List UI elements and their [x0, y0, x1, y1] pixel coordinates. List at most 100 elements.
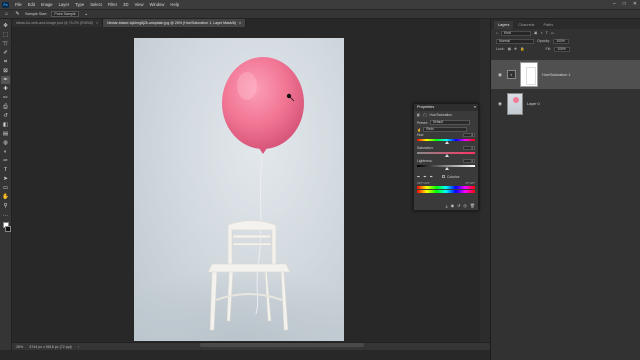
quick-select-tool-icon[interactable]: ✐	[1, 49, 10, 57]
zoom-level[interactable]: 26%	[16, 345, 23, 349]
tab-balloon-jpg[interactable]: Nectar-blaser-tqiUmg8j2k-unsplash.jpg @ …	[103, 19, 247, 27]
saturation-slider-knob[interactable]	[445, 154, 449, 157]
filter-image-icon[interactable]: ▣	[534, 31, 537, 35]
move-tool-icon[interactable]: ✥	[1, 22, 10, 30]
saturation-value[interactable]: 0	[463, 146, 475, 150]
filter-type-icon[interactable]: T	[546, 31, 548, 35]
eyedropper-icon[interactable]: ✒	[1, 76, 10, 84]
tab-paths[interactable]: Paths	[539, 21, 557, 29]
filter-shape-icon[interactable]: ▭	[551, 31, 554, 35]
history-brush-icon[interactable]: ↺	[1, 112, 10, 120]
clone-stamp-icon[interactable]: ⎙	[1, 103, 10, 111]
shape-tool-icon[interactable]: ▭	[1, 184, 10, 192]
menu-layer[interactable]: Layer	[56, 2, 72, 7]
reset-icon[interactable]: ↺	[457, 203, 460, 208]
layer-mask-thumbnail[interactable]	[520, 62, 538, 87]
menu-select[interactable]: Select	[87, 2, 105, 7]
targeted-adjust-hand-icon[interactable]: ☝	[417, 128, 421, 132]
document-canvas[interactable]	[134, 38, 344, 341]
lasso-tool-icon[interactable]: ➰	[1, 40, 10, 48]
channel-row: ☝ Reds	[414, 126, 478, 133]
gradient-tool-icon[interactable]: ▤	[1, 130, 10, 138]
sample-size-select[interactable]: Point Sample	[51, 11, 79, 17]
menu-help[interactable]: Help	[167, 2, 182, 7]
eyedropper-icon[interactable]: ✒	[417, 174, 420, 179]
home-icon[interactable]: ⌂	[3, 11, 10, 17]
menu-file[interactable]: File	[12, 2, 25, 7]
colorize-checkbox[interactable]	[442, 175, 446, 178]
tab-layers[interactable]: Layers	[494, 21, 514, 29]
toggle-visibility-icon[interactable]: ◎	[463, 203, 467, 208]
hand-tool-icon[interactable]: ✋	[1, 193, 10, 201]
hue-slider-knob[interactable]	[445, 141, 449, 144]
blend-mode-select[interactable]: Normal	[496, 38, 534, 44]
menu-3d[interactable]: 3D	[120, 2, 131, 7]
zoom-tool-icon[interactable]: ⚲	[1, 202, 10, 210]
frame-tool-icon[interactable]: ⊠	[1, 67, 10, 75]
hue-slider-group: Hue: 0	[414, 133, 478, 146]
adjustment-icon[interactable]: ◧	[417, 113, 420, 117]
hue-value[interactable]: 0	[463, 133, 475, 137]
dodge-tool-icon[interactable]: ◐	[1, 148, 10, 156]
color-range-values: 345°/315° 15°\45°	[414, 181, 478, 185]
opacity-field[interactable]: 100%	[553, 38, 570, 44]
path-select-icon[interactable]: ➤	[1, 175, 10, 183]
background-color-swatch[interactable]	[4, 226, 11, 232]
menu-window[interactable]: Window	[147, 2, 168, 7]
layer-row-hue-saturation[interactable]: ◉ ◐ Hue/Saturation 1	[491, 60, 640, 89]
colorize-option[interactable]: Colorize	[442, 175, 460, 179]
tab-channels[interactable]: Channels	[514, 21, 538, 29]
maximize-icon[interactable]: □	[623, 1, 626, 7]
layer-kind-filter[interactable]: Kind	[501, 30, 532, 36]
fill-field[interactable]: 100%	[554, 46, 571, 52]
close-icon[interactable]: ×	[96, 19, 98, 27]
crop-tool-icon[interactable]: ⌗	[1, 58, 10, 66]
properties-title-bar[interactable]: Properties ≡	[414, 104, 478, 111]
chevron-down-icon[interactable]: ⌄	[83, 11, 90, 17]
layer-row-layer-0[interactable]: ◉ Layer 0	[491, 89, 640, 118]
filter-adjust-icon[interactable]: ◑	[540, 31, 542, 35]
preset-label: Preset:	[417, 120, 428, 125]
lightness-value[interactable]: 0	[463, 159, 475, 163]
brush-tool-icon[interactable]: ✏	[1, 94, 10, 102]
lightness-slider-knob[interactable]	[445, 167, 449, 170]
blur-tool-icon[interactable]: ◍	[1, 139, 10, 147]
pen-tool-icon[interactable]: ✑	[1, 157, 10, 165]
menu-view[interactable]: View	[132, 2, 147, 7]
menu-image[interactable]: Image	[38, 2, 56, 7]
layer-name[interactable]: Hue/Saturation 1	[542, 73, 571, 77]
eyedropper-tool-icon[interactable]: ✎	[14, 11, 21, 17]
preset-select[interactable]: Default	[429, 120, 470, 125]
mask-icon[interactable]: ▢	[423, 113, 426, 117]
minimize-icon[interactable]: –	[613, 1, 616, 7]
clip-to-layer-icon[interactable]: ⤓	[446, 203, 448, 208]
eraser-tool-icon[interactable]: ◧	[1, 121, 10, 129]
marquee-tool-icon[interactable]: ⬚	[1, 31, 10, 39]
type-tool-icon[interactable]: T	[1, 166, 10, 174]
layer-name[interactable]: Layer 0	[527, 102, 540, 106]
horizontal-scrollbar[interactable]	[200, 343, 364, 347]
lock-pixels-icon[interactable]: ▦	[508, 47, 511, 51]
menu-filter[interactable]: Filter	[105, 2, 120, 7]
source-spectrum-bar[interactable]	[417, 186, 475, 189]
eyedropper-plus-icon[interactable]: ✒	[423, 174, 426, 179]
eyedropper-minus-icon[interactable]: ✒	[430, 174, 433, 179]
healing-brush-icon[interactable]: ✚	[1, 85, 10, 93]
view-previous-icon[interactable]: ◉	[451, 203, 455, 208]
close-icon[interactable]: ×	[239, 19, 241, 27]
more-tools-icon[interactable]: …	[1, 211, 10, 219]
delete-icon[interactable]: 🗑	[470, 203, 475, 208]
menu-type[interactable]: Type	[72, 2, 87, 7]
menu-edit[interactable]: Edit	[25, 2, 38, 7]
visibility-eye-icon[interactable]: ◉	[497, 72, 503, 78]
visibility-eye-icon[interactable]: ◉	[497, 101, 503, 107]
tab-ideas-psd[interactable]: Ideas-for-web-and-image.psd @ 75.2% (RGB…	[12, 19, 104, 27]
channel-select[interactable]: Reds	[423, 127, 468, 132]
document-size[interactable]: 3744 px x 5616 px (72 ppi)	[29, 345, 72, 349]
panel-menu-icon[interactable]: ≡	[474, 104, 476, 111]
lock-position-icon[interactable]: ✥	[514, 47, 517, 51]
lock-all-icon[interactable]: 🔒	[520, 47, 524, 51]
status-arrow-icon[interactable]: ›	[78, 345, 79, 349]
close-icon[interactable]: ✕	[633, 1, 637, 7]
saturation-slider-group: Saturation: 0	[414, 146, 478, 159]
